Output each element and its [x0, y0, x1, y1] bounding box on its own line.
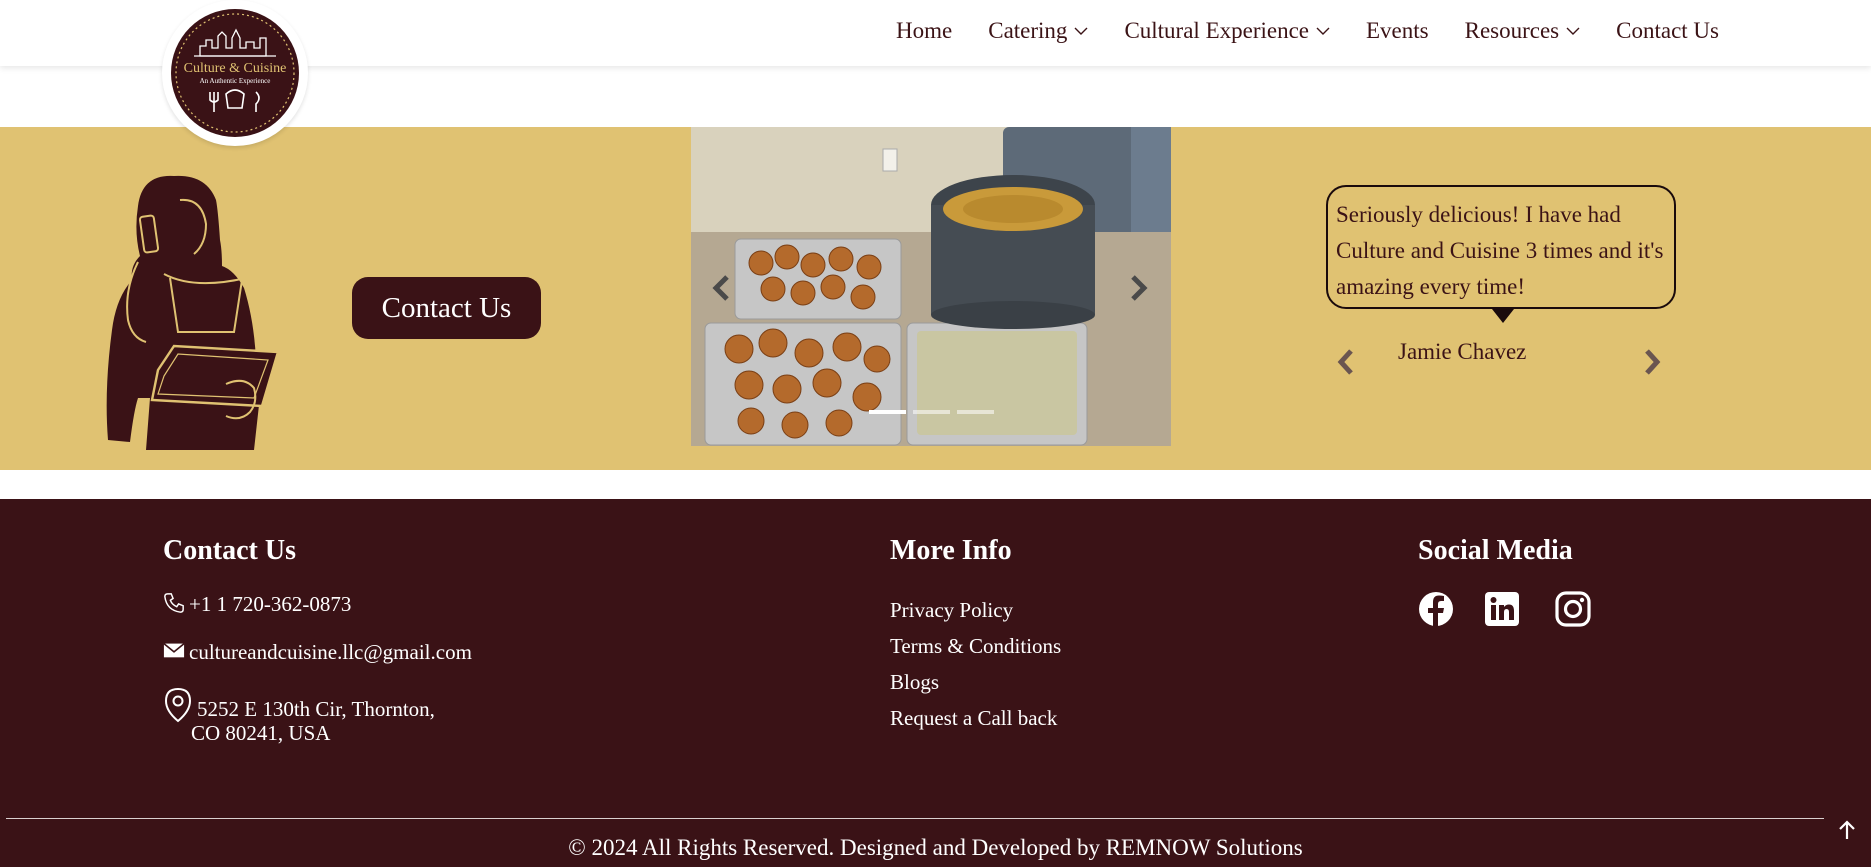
contact-us-button[interactable]: Contact Us: [352, 277, 541, 339]
footer-phone-text: +1 1 720-362-0873: [189, 592, 352, 616]
nav-contact-us-label: Contact Us: [1616, 18, 1719, 43]
carousel-indicator[interactable]: [957, 410, 994, 414]
linkedin-icon[interactable]: [1484, 591, 1520, 627]
location-pin-icon: [164, 687, 192, 723]
food-carousel[interactable]: [691, 127, 1171, 446]
carousel-indicator[interactable]: [913, 410, 950, 414]
testimonial-bubble: Seriously delicious! I have had Culture …: [1326, 185, 1676, 309]
logo-title: Culture & Cuisine: [184, 61, 287, 76]
nav-resources[interactable]: Resources: [1465, 18, 1581, 44]
catering-food-photo: [691, 127, 1171, 446]
testimonial-next-arrow-icon[interactable]: [1642, 349, 1662, 375]
arrow-up-icon[interactable]: [1838, 820, 1856, 840]
site-logo[interactable]: Culture & Cuisine An Authentic Experienc…: [162, 0, 308, 146]
envelope-icon: [163, 642, 185, 658]
footer-link-terms-conditions[interactable]: Terms & Conditions: [890, 634, 1061, 659]
instagram-icon[interactable]: [1555, 591, 1591, 627]
footer-link-blogs[interactable]: Blogs: [890, 670, 939, 695]
nav-contact-us[interactable]: Contact Us: [1616, 18, 1719, 44]
carousel-next-arrow-icon[interactable]: [1127, 275, 1149, 301]
facebook-icon[interactable]: [1418, 591, 1454, 627]
copyright-text: © 2024 All Rights Reserved. Designed and…: [568, 835, 1303, 860]
logo-tagline: An Authentic Experience: [200, 77, 271, 85]
phone-icon: [164, 593, 184, 613]
chevron-down-icon: [1074, 27, 1088, 35]
carousel-indicators: [869, 410, 994, 414]
nav-events[interactable]: Events: [1366, 18, 1429, 44]
footer-address: 5252 E 130th Cir, Thornton, CO 80241, US…: [163, 687, 435, 745]
testimonial-author: Jamie Chavez: [1398, 339, 1527, 364]
footer-social-heading: Social Media: [1418, 535, 1573, 566]
carousel-prev-arrow-icon[interactable]: [711, 275, 733, 301]
chevron-down-icon: [1316, 27, 1330, 35]
footer-phone[interactable]: +1 1 720-362-0873: [163, 592, 351, 617]
nav-catering-label: Catering: [988, 18, 1068, 43]
chevron-down-icon: [1566, 27, 1580, 35]
nav-cultural-experience[interactable]: Cultural Experience: [1124, 18, 1330, 44]
bubble-tail: [1492, 309, 1514, 323]
nav-home[interactable]: Home: [896, 18, 952, 44]
footer-email[interactable]: cultureandcuisine.llc@gmail.com: [163, 640, 472, 665]
logo-emblem: Culture & Cuisine An Authentic Experienc…: [171, 9, 299, 137]
testimonial-prev-arrow-icon[interactable]: [1336, 349, 1356, 375]
testimonial-quote: Seriously delicious! I have had Culture …: [1336, 202, 1664, 299]
carousel-indicator[interactable]: [869, 410, 906, 414]
nav-catering[interactable]: Catering: [988, 18, 1088, 44]
nav-home-label: Home: [896, 18, 953, 43]
nav-resources-label: Resources: [1464, 18, 1560, 43]
footer-address-line1: 5252 E 130th Cir, Thornton,: [197, 697, 435, 721]
nav-cultural-experience-label: Cultural Experience: [1124, 18, 1309, 43]
footer-address-line2: CO 80241, USA: [191, 721, 331, 745]
footer-divider: [6, 818, 1824, 819]
main-nav: Home Catering Cultural Experience Events…: [896, 0, 1719, 62]
footer-contact-heading: Contact Us: [163, 535, 296, 566]
woman-phone-illustration: [106, 175, 280, 450]
site-footer: Contact Us +1 1 720-362-0873 cultureandc…: [0, 499, 1871, 867]
footer-link-privacy-policy[interactable]: Privacy Policy: [890, 598, 1013, 623]
footer-link-request-call-back[interactable]: Request a Call back: [890, 706, 1057, 731]
hero-band: Contact Us Seriously delicious! I have h…: [0, 127, 1871, 470]
nav-events-label: Events: [1366, 18, 1429, 43]
footer-more-info-heading: More Info: [890, 535, 1012, 566]
footer-email-text: cultureandcuisine.llc@gmail.com: [189, 640, 472, 664]
